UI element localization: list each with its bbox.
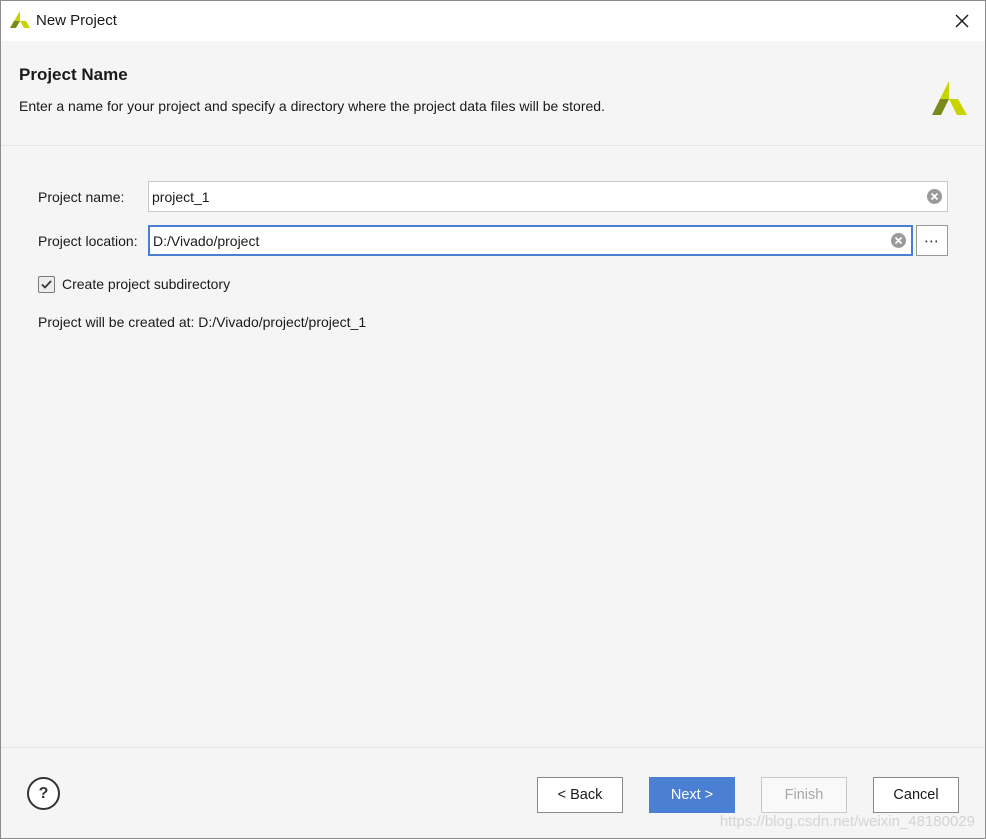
vivado-logo-icon [10,11,30,28]
browse-button[interactable]: ⋯ [916,225,948,256]
subdirectory-checkbox[interactable] [38,276,55,293]
project-location-label: Project location: [38,233,138,249]
clear-icon[interactable] [926,188,943,205]
close-button[interactable] [939,1,985,41]
project-location-value: D:/Vivado/project [153,233,260,249]
checkmark-icon [41,280,52,289]
subdirectory-label: Create project subdirectory [62,276,231,292]
title-bar: New Project [1,1,985,41]
new-project-dialog: New Project Project Name Enter a name fo… [0,0,986,839]
close-icon [955,14,969,28]
next-button[interactable]: Next > [649,777,735,813]
clear-icon[interactable] [890,232,907,249]
back-button[interactable]: < Back [537,777,623,813]
cancel-button[interactable]: Cancel [873,777,959,813]
watermark-text: https://blog.csdn.net/weixin_48180029 [719,813,975,830]
page-title: Project Name [19,65,128,84]
page-header: Project Name Enter a name for your proje… [1,41,985,146]
help-button[interactable]: ? [27,777,60,810]
project-name-input[interactable]: project_1 [148,181,948,212]
window-title: New Project [36,12,117,29]
project-location-input[interactable]: D:/Vivado/project [148,225,913,256]
created-at-text: Project will be created at: D:/Vivado/pr… [38,314,367,330]
project-name-value: project_1 [152,189,210,205]
finish-button[interactable]: Finish [761,777,847,813]
button-bar: ? < Back Next > Finish Cancel https://bl… [1,747,985,838]
project-name-label: Project name: [38,189,125,205]
vivado-logo-icon [932,81,967,115]
form-area: Project name: project_1 Project location… [1,147,985,747]
page-description: Enter a name for your project and specif… [19,98,605,114]
